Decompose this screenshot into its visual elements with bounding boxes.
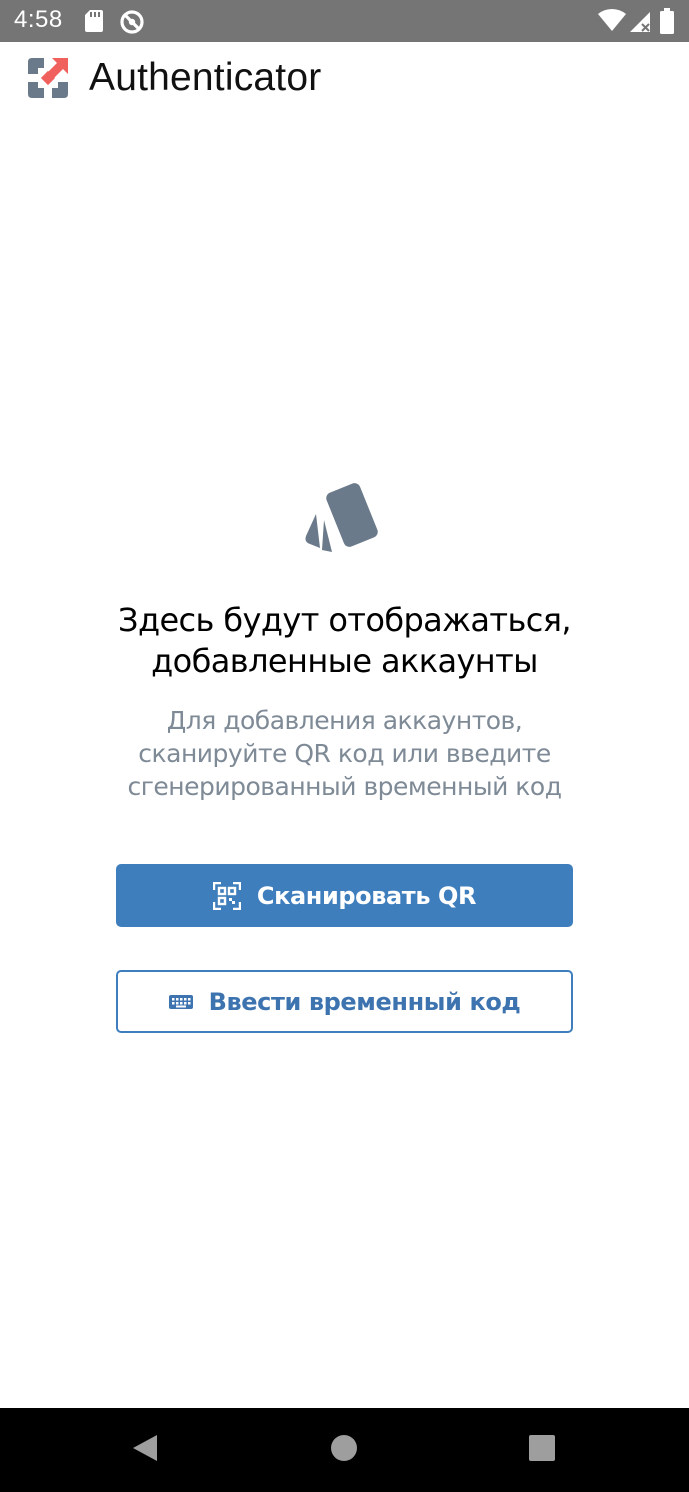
wifi-icon	[597, 8, 627, 37]
screen: 4:58 Authenticator Здесь будут отображат…	[0, 0, 689, 1492]
recents-button[interactable]	[500, 1408, 584, 1492]
empty-state-description: Для добавления аккаунтов, сканируйте QR …	[60, 704, 629, 803]
back-button[interactable]	[103, 1408, 187, 1492]
empty-state-desc-line: Для добавления аккаунтов,	[166, 706, 523, 735]
scan-qr-label: Сканировать QR	[256, 881, 477, 910]
scan-qr-button[interactable]: Сканировать QR	[116, 864, 573, 927]
navigation-bar	[0, 1408, 689, 1492]
battery-icon	[659, 8, 675, 39]
empty-state-desc-line: сгенерированный временный код	[127, 772, 562, 801]
empty-state-title-line: Здесь будут отображаться,	[118, 601, 572, 639]
home-button[interactable]	[302, 1408, 386, 1492]
app-bar: Authenticator	[0, 42, 689, 118]
sync-disabled-icon	[119, 9, 145, 40]
cards-icon	[302, 480, 386, 556]
empty-state-desc-line: сканируйте QR код или введите	[138, 739, 551, 768]
enter-code-button[interactable]: Ввести временный код	[116, 970, 573, 1033]
sd-card-icon	[84, 9, 104, 38]
signal-icon	[628, 9, 652, 38]
enter-code-label: Ввести временный код	[208, 987, 521, 1016]
app-title: Authenticator	[89, 56, 322, 99]
keyboard-icon	[168, 993, 193, 1011]
status-bar: 4:58	[0, 0, 689, 42]
empty-state-title: Здесь будут отображаться, добавленные ак…	[60, 600, 629, 682]
authenticator-logo-icon	[26, 56, 70, 100]
home-icon	[330, 1434, 358, 1467]
qr-scan-icon	[212, 881, 241, 910]
status-time: 4:58	[14, 6, 63, 33]
back-icon	[131, 1433, 159, 1468]
recents-icon	[528, 1434, 556, 1467]
empty-state-title-line: добавленные аккаунты	[151, 642, 538, 680]
